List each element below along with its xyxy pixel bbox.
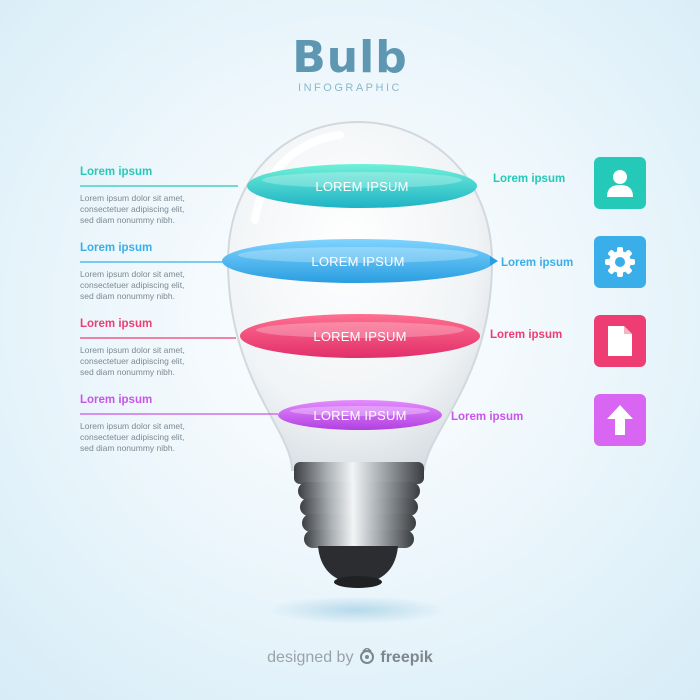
right-label-3: Lorem ipsum [490, 329, 563, 341]
bulb-base [294, 462, 424, 588]
left-body-4: Lorem ipsum dolor sit amet, consectetuer… [80, 421, 220, 454]
left-body-1-line-2: consectetuer adipiscing elit, [80, 204, 185, 214]
left-body-2: Lorem ipsum dolor sit amet, consectetuer… [80, 269, 220, 302]
credit-brand: freepik [380, 649, 433, 666]
left-body-3-line-1: Lorem ipsum dolor sit amet, [80, 345, 185, 355]
left-body-1: Lorem ipsum dolor sit amet, consectetuer… [80, 193, 220, 226]
band-label-3: LOREM IPSUM [313, 329, 407, 344]
left-body-1-line-3: sed diam nonummy nibh. [80, 215, 175, 225]
bulb-diagram: LOREM IPSUM LOREM IPSUM LOREM IPSUM LORE… [0, 0, 700, 700]
band-label-4: LOREM IPSUM [313, 408, 407, 423]
band-2-tip [490, 256, 498, 266]
document-icon [608, 326, 632, 356]
gear-tile [594, 236, 646, 288]
left-title-3: Lorem ipsum [80, 318, 153, 330]
user-tile [594, 157, 646, 209]
upload-tile [594, 394, 646, 446]
left-body-2-line-2: consectetuer adipiscing elit, [80, 280, 185, 290]
band-label-1: LOREM IPSUM [315, 179, 409, 194]
left-body-1-line-1: Lorem ipsum dolor sit amet, [80, 193, 185, 203]
left-body-4-line-3: sed diam nonummy nibh. [80, 443, 175, 453]
left-title-4: Lorem ipsum [80, 394, 153, 406]
credit-prefix: designed by [267, 649, 354, 666]
floor-shadow [267, 596, 447, 624]
right-label-2: Lorem ipsum [501, 257, 574, 269]
left-body-3-line-2: consectetuer adipiscing elit, [80, 356, 185, 366]
left-title-1: Lorem ipsum [80, 166, 153, 178]
left-body-4-line-1: Lorem ipsum dolor sit amet, [80, 421, 185, 431]
left-body-2-line-1: Lorem ipsum dolor sit amet, [80, 269, 185, 279]
band-label-2: LOREM IPSUM [311, 254, 405, 269]
left-body-3-line-3: sed diam nonummy nibh. [80, 367, 175, 377]
left-title-2: Lorem ipsum [80, 242, 153, 254]
freepik-logo-icon [359, 647, 374, 664]
arrow-up-icon [607, 405, 633, 435]
document-tile [594, 315, 646, 367]
gear-icon [605, 247, 635, 277]
user-icon [607, 170, 633, 197]
right-label-4: Lorem ipsum [451, 411, 524, 423]
credit-footer: designed by freepik [0, 647, 700, 667]
right-label-1: Lorem ipsum [493, 173, 566, 185]
left-body-4-line-2: consectetuer adipiscing elit, [80, 432, 185, 442]
left-body-2-line-3: sed diam nonummy nibh. [80, 291, 175, 301]
left-body-3: Lorem ipsum dolor sit amet, consectetuer… [80, 345, 220, 378]
